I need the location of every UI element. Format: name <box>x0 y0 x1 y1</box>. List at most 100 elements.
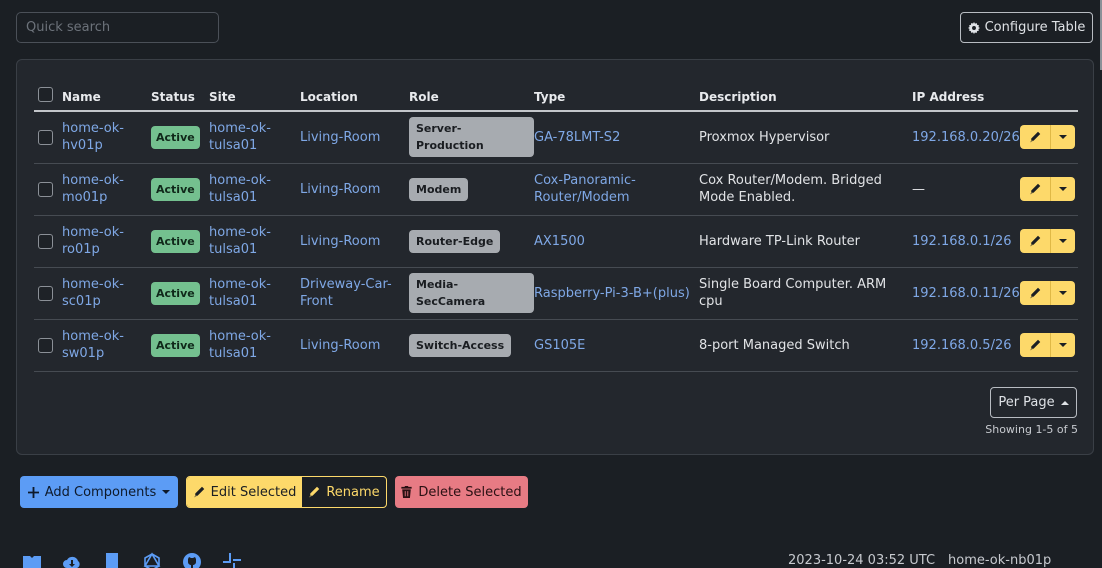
rename-button[interactable]: Rename <box>302 477 386 507</box>
ip-address-link[interactable]: 192.168.0.20/26 <box>912 130 1020 145</box>
column-header-name[interactable]: Name <box>62 84 151 112</box>
description-cell: Hardware TP-Link Router <box>699 215 912 268</box>
select-all-checkbox[interactable] <box>38 87 53 102</box>
chevron-down-icon <box>1058 239 1067 243</box>
description-cell: 8-port Managed Switch <box>699 319 912 372</box>
site-link[interactable]: home-ok-tulsa01 <box>209 120 279 154</box>
pencil-icon <box>194 486 204 498</box>
table-row: home-ok-sw01p Active home-ok-tulsa01 Liv… <box>34 319 1078 372</box>
pencil-icon <box>309 486 320 498</box>
delete-selected-button[interactable]: Delete Selected <box>395 476 528 508</box>
location-link[interactable]: Living-Room <box>300 182 380 197</box>
pagination-summary: Showing 1-5 of 5 <box>985 423 1078 436</box>
gear-icon <box>967 21 980 34</box>
row-actions <box>1019 229 1075 253</box>
location-link[interactable]: Living-Room <box>300 338 380 353</box>
github-icon[interactable] <box>182 552 202 568</box>
actions-dropdown-toggle[interactable] <box>1051 125 1075 149</box>
add-components-label: Add Components <box>44 484 157 500</box>
role-badge[interactable]: Server-Production <box>409 117 534 158</box>
device-name-link[interactable]: home-ok-mo01p <box>62 172 132 206</box>
site-link[interactable]: home-ok-tulsa01 <box>209 276 279 310</box>
column-header-location[interactable]: Location <box>300 84 409 112</box>
rename-label: Rename <box>326 484 380 500</box>
cloud-download-icon[interactable] <box>62 552 82 568</box>
device-table-card: Name Status Site Location Role Type Desc… <box>16 59 1094 455</box>
edit-button[interactable] <box>1020 177 1051 201</box>
row-checkbox[interactable] <box>38 337 53 353</box>
edit-button[interactable] <box>1020 125 1051 150</box>
device-name-link[interactable]: home-ok-sw01p <box>62 328 132 362</box>
edit-selected-label: Edit Selected <box>210 484 297 500</box>
actions-dropdown-toggle[interactable] <box>1051 281 1075 305</box>
row-checkbox[interactable] <box>38 285 53 301</box>
pencil-icon <box>1030 235 1041 247</box>
actions-dropdown-toggle[interactable] <box>1051 229 1075 253</box>
column-header-ip-address[interactable]: IP Address <box>912 84 1020 112</box>
column-header-role[interactable]: Role <box>409 84 534 112</box>
configure-table-button[interactable]: Configure Table <box>960 12 1093 43</box>
table-header-row: Name Status Site Location Role Type Desc… <box>34 84 1078 112</box>
pencil-icon <box>1030 132 1041 143</box>
site-link[interactable]: home-ok-tulsa01 <box>209 172 279 206</box>
footer-timestamp: 2023-10-24 03:52 UTC <box>788 553 936 568</box>
slack-icon[interactable] <box>222 552 242 568</box>
column-header-type[interactable]: Type <box>534 84 699 112</box>
graphql-icon[interactable] <box>142 552 162 568</box>
table-row: home-ok-ro01p Active home-ok-tulsa01 Liv… <box>34 215 1078 268</box>
trash-icon <box>401 486 413 498</box>
table-row: home-ok-mo01p Active home-ok-tulsa01 Liv… <box>34 163 1078 216</box>
column-header-status[interactable]: Status <box>151 84 209 112</box>
device-type-link[interactable]: Cox-Panoramic-Router/Modem <box>534 172 654 206</box>
row-actions <box>1019 333 1075 357</box>
plus-icon <box>27 486 39 498</box>
ip-address-link[interactable]: 192.168.0.1/26 <box>912 234 1012 249</box>
row-checkbox[interactable] <box>38 129 53 145</box>
bookmark-icon[interactable] <box>102 552 122 568</box>
site-link[interactable]: home-ok-tulsa01 <box>209 328 279 362</box>
description-cell: Single Board Computer. ARM cpu <box>699 277 887 309</box>
location-link[interactable]: Driveway-Car-Front <box>300 276 400 310</box>
per-page-dropdown[interactable]: Per Page <box>990 387 1077 418</box>
device-type-link[interactable]: AX1500 <box>534 234 585 249</box>
device-name-link[interactable]: home-ok-hv01p <box>62 120 132 154</box>
status-badge: Active <box>151 125 200 149</box>
chevron-down-icon <box>1058 187 1067 191</box>
row-checkbox[interactable] <box>38 181 53 197</box>
row-checkbox[interactable] <box>38 233 53 249</box>
footer-links <box>22 552 242 568</box>
location-link[interactable]: Living-Room <box>300 234 380 249</box>
ip-address-link[interactable]: 192.168.0.11/26 <box>912 286 1020 301</box>
status-badge: Active <box>151 333 200 357</box>
device-type-link[interactable]: Raspberry-Pi-3-B+(plus) <box>534 286 690 301</box>
role-badge[interactable]: Media-SecCamera <box>409 273 534 313</box>
device-name-link[interactable]: home-ok-sc01p <box>62 276 132 310</box>
actions-dropdown-toggle[interactable] <box>1051 177 1075 201</box>
device-type-link[interactable]: GA-78LMT-S2 <box>534 130 620 145</box>
site-link[interactable]: home-ok-tulsa01 <box>209 224 279 258</box>
add-components-button[interactable]: Add Components <box>20 476 178 508</box>
delete-selected-label: Delete Selected <box>418 484 522 500</box>
row-actions <box>1019 177 1075 201</box>
table-row: home-ok-sc01p Active home-ok-tulsa01 Dri… <box>34 267 1078 320</box>
device-name-link[interactable]: home-ok-ro01p <box>62 224 132 258</box>
column-header-site[interactable]: Site <box>209 84 300 112</box>
device-type-link[interactable]: GS105E <box>534 338 585 353</box>
status-badge: Active <box>151 281 200 305</box>
location-link[interactable]: Living-Room <box>300 130 380 145</box>
ip-address-link[interactable]: 192.168.0.5/26 <box>912 338 1012 353</box>
edit-button[interactable] <box>1020 281 1051 305</box>
pencil-icon <box>1030 287 1041 299</box>
chevron-down-icon <box>162 490 171 494</box>
role-badge[interactable]: Switch-Access <box>409 333 512 357</box>
role-badge[interactable]: Router-Edge <box>409 229 501 253</box>
book-icon[interactable] <box>22 552 42 568</box>
quick-search-input[interactable] <box>16 12 219 43</box>
edit-button[interactable] <box>1020 333 1051 357</box>
edit-button[interactable] <box>1020 229 1051 253</box>
column-header-description[interactable]: Description <box>699 84 912 112</box>
actions-dropdown-toggle[interactable] <box>1051 333 1075 357</box>
row-actions <box>1019 281 1075 305</box>
role-badge[interactable]: Modem <box>409 177 469 201</box>
edit-selected-button[interactable]: Edit Selected <box>187 477 302 507</box>
